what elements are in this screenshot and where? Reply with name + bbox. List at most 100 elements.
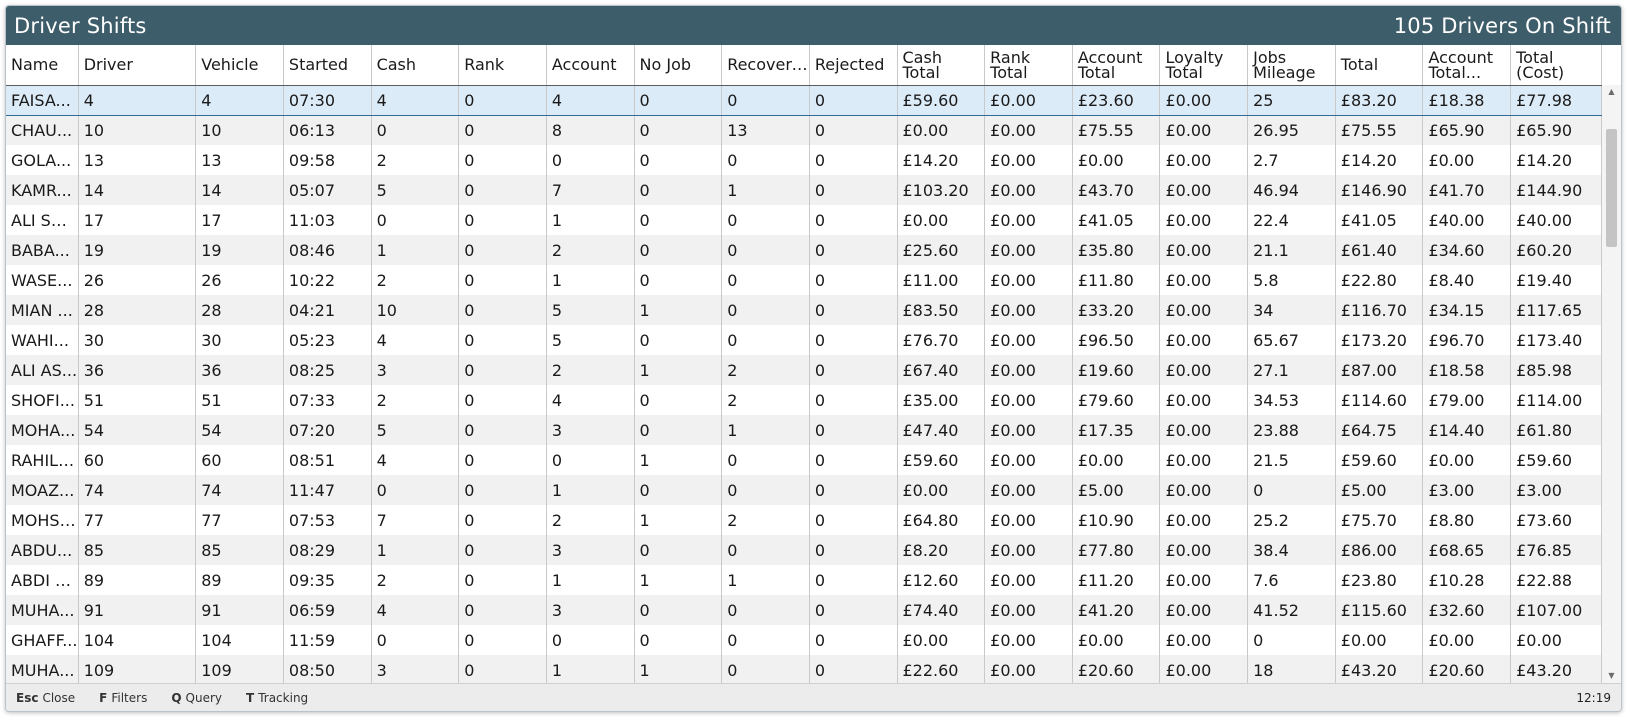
- table-row[interactable]: MIAN ... 28 28 04:21 10 0 5 1 0 0 £83.50 £0.00 £33.2…: [6, 295, 1602, 325]
- table-cell: 1: [371, 235, 460, 265]
- vertical-scrollbar[interactable]: ▲ ▼: [1602, 85, 1621, 683]
- table-cell: 18: [1247, 655, 1336, 683]
- table-row[interactable]: CHAU... 10 10 06:13 0 0 8 0 13 0 £0.00 £0.00 £75.55 £…: [6, 115, 1602, 145]
- table-row[interactable]: MUHA... 91 91 06:59 4 0 3 0 0 0 £74.40 £0.00 £41.20 £…: [6, 595, 1602, 625]
- table-cell: £0.00: [1422, 145, 1512, 175]
- table-cell: 104: [78, 625, 197, 655]
- table-cell: 0: [634, 235, 723, 265]
- table-cell: £0.00: [984, 445, 1073, 475]
- table-row[interactable]: MUHA... 109 109 08:50 3 0 1 1 0 0 £22.60 £0.00 £20.6…: [6, 655, 1602, 683]
- table-cell: 36: [195, 355, 284, 385]
- table-row[interactable]: MOHA... 54 54 07:20 5 0 3 0 1 0 £47.40 £0.00 £17.35 £…: [6, 415, 1602, 445]
- table-cell: £79.60: [1072, 385, 1161, 415]
- table-cell: GHAFF...: [6, 625, 79, 655]
- column-header[interactable]: Jobs Mileage: [1247, 45, 1336, 86]
- table-cell: £18.38: [1422, 84, 1512, 116]
- table-row[interactable]: ABDU... 85 85 08:29 1 0 3 0 0 0 £8.20 £0.00 £77.80 £0…: [6, 535, 1602, 565]
- table-row[interactable]: ABDI K... 89 89 09:35 2 0 1 1 1 0 £12.60 £0.00 £11.2…: [6, 565, 1602, 595]
- table-cell: £0.00: [984, 295, 1073, 325]
- table-cell: £8.40: [1422, 265, 1512, 295]
- table-row[interactable]: WASE... 26 26 10:22 2 0 1 0 0 0 £11.00 £0.00 £11.80 £…: [6, 265, 1602, 295]
- table-cell: 0: [634, 115, 723, 145]
- table-cell: 0: [458, 115, 547, 145]
- table-cell: £0.00: [984, 625, 1073, 655]
- table-cell: 08:51: [283, 445, 372, 475]
- table-cell: £47.40: [897, 415, 986, 445]
- table-cell: 0: [721, 445, 810, 475]
- shortcut-filters[interactable]: F Filters: [99, 691, 147, 705]
- table-cell: 0: [809, 325, 898, 355]
- column-header[interactable]: Name: [6, 45, 79, 86]
- column-header[interactable]: Total (Cost): [1510, 45, 1602, 86]
- table-cell: 0: [721, 595, 810, 625]
- table-row[interactable]: ALI SH... 17 17 11:03 0 0 1 0 0 0 £0.00 £0.00 £41.05…: [6, 205, 1602, 235]
- scroll-up-arrow-icon[interactable]: ▲: [1602, 85, 1621, 99]
- table-row[interactable]: SHOFI... 51 51 07:33 2 0 4 0 2 0 £35.00 £0.00 £79.60…: [6, 385, 1602, 415]
- column-header[interactable]: Cash Total: [897, 45, 986, 86]
- scroll-down-arrow-icon[interactable]: ▼: [1602, 669, 1621, 683]
- table-row[interactable]: FAISA... 4 4 07:30 4 0 4 0 0 0 £59.60 £0.00 £23.60 £0…: [6, 84, 1602, 116]
- shortcut-tracking[interactable]: T Tracking: [246, 691, 308, 705]
- table-cell: £0.00: [1159, 205, 1249, 235]
- table-cell: £22.80: [1335, 265, 1424, 295]
- table-row[interactable]: RAHIL ... 60 60 08:51 4 0 0 1 0 0 £59.60 £0.00 £0.00…: [6, 445, 1602, 475]
- table-cell: £0.00: [1072, 445, 1161, 475]
- shortcut-close[interactable]: Esc Close: [16, 691, 75, 705]
- column-header[interactable]: Account Total: [1072, 45, 1161, 86]
- table-cell: £61.80: [1510, 415, 1602, 445]
- table-cell: 0: [546, 625, 635, 655]
- column-header[interactable]: Account Total...: [1422, 45, 1512, 86]
- table-cell: 0: [458, 655, 547, 683]
- table-row[interactable]: GHAFF... 104 104 11:59 0 0 0 0 0 0 £0.00 £0.00 £0.00…: [6, 625, 1602, 655]
- table-cell: 05:23: [283, 325, 372, 355]
- table-cell: 36: [78, 355, 197, 385]
- table-cell: 0: [809, 265, 898, 295]
- table-cell: 104: [195, 625, 284, 655]
- table-cell: £0.00: [984, 475, 1073, 505]
- table-cell: 0: [721, 235, 810, 265]
- column-header[interactable]: No Job: [634, 45, 723, 86]
- scrollbar-thumb[interactable]: [1606, 129, 1617, 247]
- shortcut-query[interactable]: Q Query: [171, 691, 222, 705]
- table-cell: 5: [546, 325, 635, 355]
- table-cell: £0.00: [984, 415, 1073, 445]
- table-cell: £0.00: [1159, 385, 1249, 415]
- table-cell: 0: [634, 175, 723, 205]
- table-row[interactable]: BABA... 19 19 08:46 1 0 2 0 0 0 £25.60 £0.00 £35.80 £…: [6, 235, 1602, 265]
- column-header[interactable]: Cash: [371, 45, 460, 86]
- table-row[interactable]: WAHI... 30 30 05:23 4 0 5 0 0 0 £76.70 £0.00 £96.50 £…: [6, 325, 1602, 355]
- table-cell: 13: [195, 145, 284, 175]
- table-cell: 06:59: [283, 595, 372, 625]
- table-cell: £8.20: [897, 535, 986, 565]
- table-row[interactable]: GOLA... 13 13 09:58 2 0 0 0 0 0 £14.20 £0.00 £0.00 £0…: [6, 145, 1602, 175]
- shortcut-key: F: [99, 690, 108, 705]
- table-row[interactable]: MOAZ... 74 74 11:47 0 0 1 0 0 0 £0.00 £0.00 £5.00 £0.…: [6, 475, 1602, 505]
- table-cell: £14.20: [1335, 145, 1424, 175]
- column-header[interactable]: Rank Total: [984, 45, 1073, 86]
- table-cell: £14.20: [897, 145, 986, 175]
- table-cell: 0: [458, 205, 547, 235]
- column-header[interactable]: Vehicle: [195, 45, 284, 86]
- column-header[interactable]: Loyalty Total: [1159, 45, 1249, 86]
- column-header[interactable]: Rejected: [809, 45, 898, 86]
- table-row[interactable]: MOHSI... 77 77 07:53 7 0 2 1 2 0 £64.80 £0.00 £10.90…: [6, 505, 1602, 535]
- table-row[interactable]: ALI AS... 36 36 08:25 3 0 2 1 2 0 £67.40 £0.00 £19.6…: [6, 355, 1602, 385]
- table-cell: £114.00: [1510, 385, 1602, 415]
- column-header[interactable]: Driver: [78, 45, 197, 86]
- table-cell: £23.80: [1335, 565, 1424, 595]
- table-cell: 05:07: [283, 175, 372, 205]
- table-cell: £0.00: [984, 175, 1073, 205]
- column-header[interactable]: Total: [1335, 45, 1424, 86]
- table-cell: £0.00: [1335, 625, 1424, 655]
- column-header[interactable]: Recovered: [721, 45, 810, 86]
- column-header[interactable]: Rank: [458, 45, 547, 86]
- column-header[interactable]: Account: [546, 45, 635, 86]
- table-cell: 0: [458, 415, 547, 445]
- table-cell: 0: [634, 84, 723, 116]
- table-cell: £0.00: [1072, 145, 1161, 175]
- column-header[interactable]: Started: [283, 45, 372, 86]
- table-row[interactable]: KAMR... 14 14 05:07 5 0 7 0 1 0 £103.20 £0.00 £43.70…: [6, 175, 1602, 205]
- table-cell: 0: [721, 84, 810, 116]
- table-cell: £20.60: [1072, 655, 1161, 683]
- table-cell: 17: [195, 205, 284, 235]
